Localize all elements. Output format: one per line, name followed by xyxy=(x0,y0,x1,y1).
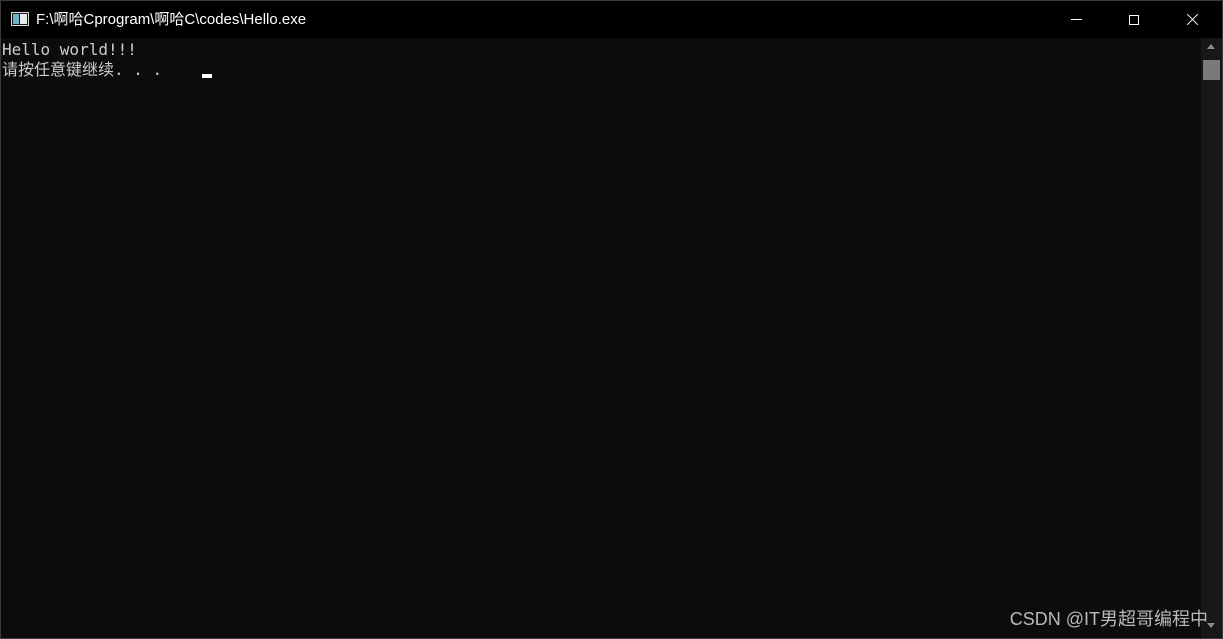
window-title: F:\啊哈Cprogram\啊哈C\codes\Hello.exe xyxy=(36,11,307,28)
console-line: Hello world!!! xyxy=(2,40,137,59)
maximize-icon xyxy=(1129,14,1139,25)
title-bar[interactable]: F:\啊哈Cprogram\啊哈C\codes\Hello.exe xyxy=(1,1,1222,38)
close-icon xyxy=(1186,13,1199,26)
close-button[interactable] xyxy=(1163,1,1221,38)
vertical-scrollbar[interactable] xyxy=(1201,38,1222,638)
icon-right-panel xyxy=(20,14,27,24)
icon-left-panel xyxy=(13,14,19,24)
scroll-down-arrow-icon[interactable] xyxy=(1207,623,1215,628)
console-app-icon[interactable] xyxy=(11,12,29,26)
console-window: F:\啊哈Cprogram\啊哈C\codes\Hello.exe Hello … xyxy=(0,0,1223,639)
maximize-button[interactable] xyxy=(1105,1,1163,38)
minimize-icon xyxy=(1070,19,1082,20)
minimize-button[interactable] xyxy=(1047,1,1105,38)
scroll-up-arrow-icon[interactable] xyxy=(1207,44,1215,49)
console-output[interactable]: Hello world!!! 请按任意键继续. . . xyxy=(1,38,1201,638)
watermark: CSDN @IT男超哥编程中 xyxy=(1009,609,1208,629)
console-line: 请按任意键继续. . . xyxy=(2,60,172,79)
scroll-thumb[interactable] xyxy=(1203,60,1220,80)
text-cursor xyxy=(202,74,212,78)
